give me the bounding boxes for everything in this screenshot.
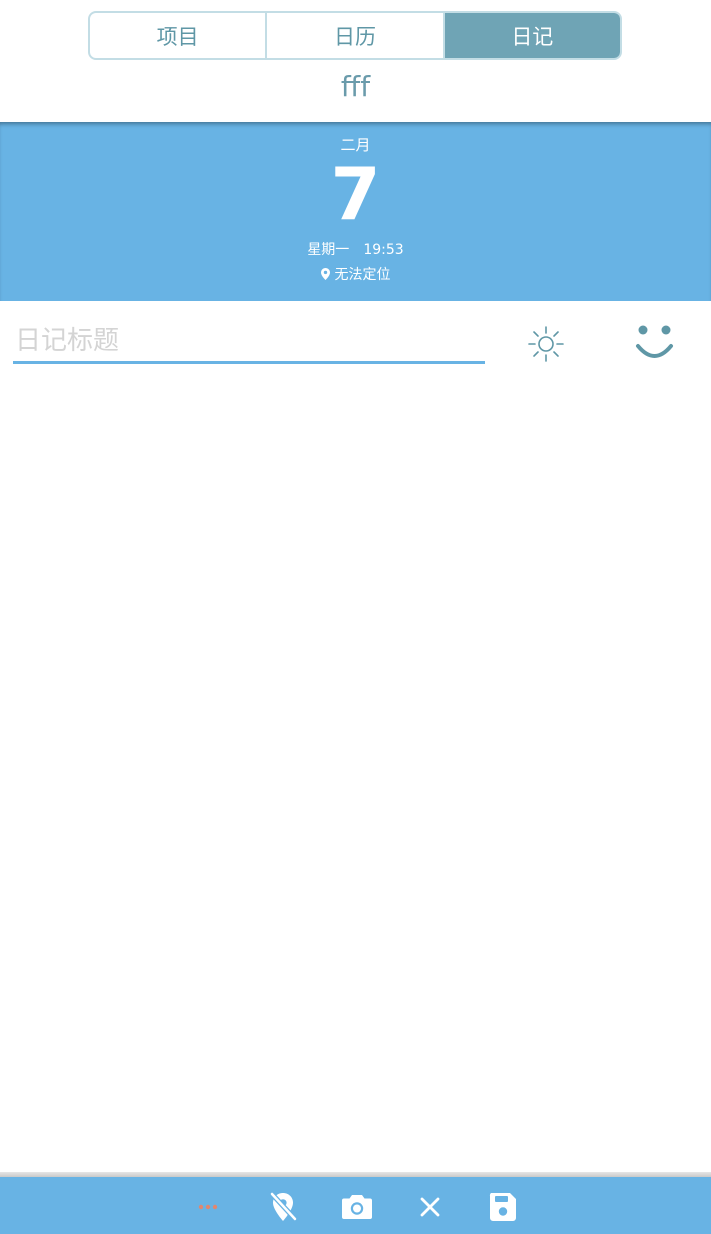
weather-button[interactable]: [524, 322, 568, 366]
day-number: 7: [330, 152, 381, 236]
discard-button[interactable]: [412, 1189, 448, 1225]
mood-button[interactable]: [630, 318, 680, 368]
save-icon: [489, 1193, 516, 1221]
camera-button[interactable]: [339, 1189, 375, 1225]
location-off-icon: [270, 1192, 297, 1221]
location-label: 无法定位: [334, 267, 391, 283]
date-header: 二月 7 星期一 19:53 无法定位: [0, 122, 711, 301]
location-toggle-button[interactable]: [265, 1189, 301, 1225]
close-icon: [420, 1197, 440, 1217]
smile-icon: [636, 325, 673, 358]
time-label: 19:53: [363, 242, 404, 258]
bottom-toolbar: [0, 1177, 711, 1234]
top-bar: 项目 日历 日记 fff: [0, 0, 711, 122]
tab-calendar[interactable]: 日历: [267, 13, 445, 58]
weekday-time: 星期一 19:53: [0, 239, 711, 259]
more-button[interactable]: [192, 1189, 228, 1225]
diary-title-input[interactable]: [13, 320, 485, 364]
diary-app: 项目 日历 日记 fff 二月 7 星期一 19:53 无法定位: [0, 0, 711, 1234]
location-pin-icon: [320, 268, 330, 280]
notebook-name: fff: [340, 70, 371, 103]
diary-content-editor[interactable]: [0, 380, 711, 1170]
location-row[interactable]: 无法定位: [0, 264, 711, 284]
weekday-label: 星期一: [307, 242, 350, 258]
view-switcher: 项目 日历 日记: [88, 11, 622, 60]
sun-icon: [528, 326, 564, 362]
save-button[interactable]: [485, 1189, 521, 1225]
more-icon: [198, 1204, 218, 1210]
tab-projects[interactable]: 项目: [90, 13, 268, 58]
camera-icon: [342, 1195, 372, 1219]
tab-diary[interactable]: 日记: [444, 13, 620, 58]
